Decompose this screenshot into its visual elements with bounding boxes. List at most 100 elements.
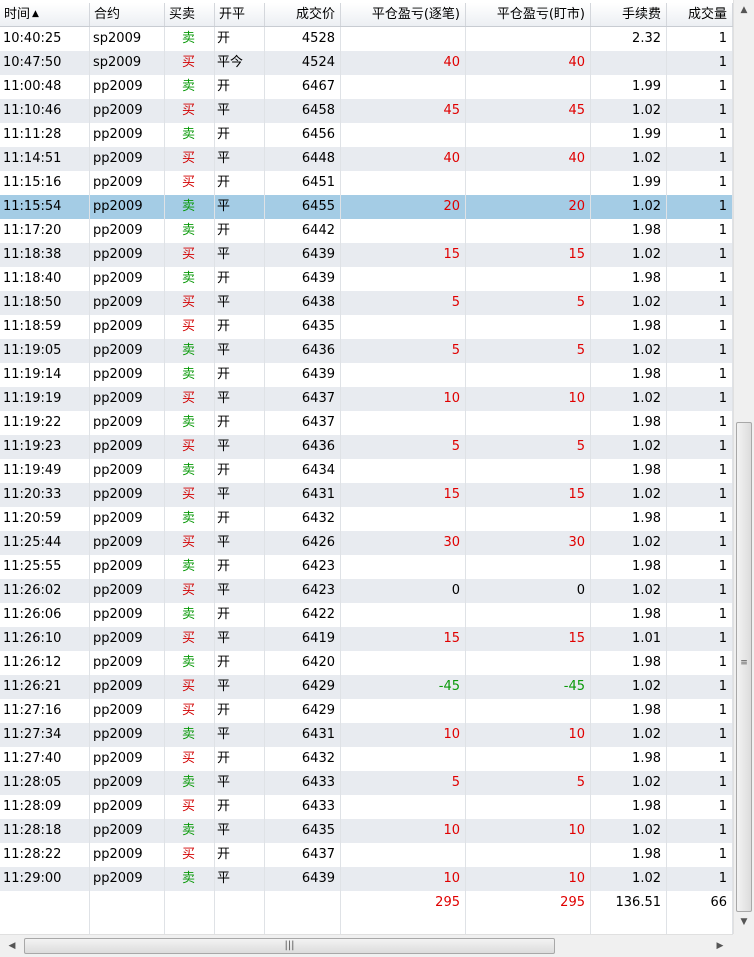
cell-direction: 买 xyxy=(165,795,215,819)
cell-pnl-trade xyxy=(341,795,466,819)
arrow-left-icon[interactable]: ◀ xyxy=(4,938,20,954)
cell-time: 11:26:02 xyxy=(0,579,90,603)
table-row[interactable]: 10:40:25 sp2009 卖开 4528 2.32 1 xyxy=(0,27,733,51)
table-row[interactable]: 11:00:48 pp2009 卖开 6467 1.99 1 xyxy=(0,75,733,99)
cell-contract: sp2009 xyxy=(90,27,165,51)
table-row[interactable]: 11:28:22 pp2009 买开 6437 1.98 1 xyxy=(0,843,733,867)
cell-volume: 1 xyxy=(667,771,733,795)
cell-time: 11:14:51 xyxy=(0,147,90,171)
cell-price: 6432 xyxy=(265,747,341,771)
table-row[interactable]: 11:29:00 pp2009 卖平 6439 10 10 1.02 1 xyxy=(0,867,733,891)
cell-pnl-mark: 30 xyxy=(466,531,591,555)
cell-open-close: 平 xyxy=(215,483,265,507)
table-row[interactable]: 11:28:18 pp2009 卖平 6435 10 10 1.02 1 xyxy=(0,819,733,843)
cell-price: 6432 xyxy=(265,507,341,531)
table-row[interactable]: 11:18:50 pp2009 买平 6438 5 5 1.02 1 xyxy=(0,291,733,315)
cell-volume xyxy=(667,915,733,934)
table-row[interactable]: 11:25:44 pp2009 买平 6426 30 30 1.02 1 xyxy=(0,531,733,555)
table-row[interactable]: 11:27:34 pp2009 卖平 6431 10 10 1.02 1 xyxy=(0,723,733,747)
cell-direction: 买 xyxy=(165,675,215,699)
horizontal-scroll-thumb[interactable]: ||| xyxy=(24,938,555,954)
vertical-scroll-thumb[interactable]: ≡ xyxy=(736,422,752,912)
cell-contract: pp2009 xyxy=(90,531,165,555)
table-row[interactable]: 11:19:49 pp2009 卖开 6434 1.98 1 xyxy=(0,459,733,483)
cell-time: 10:47:50 xyxy=(0,51,90,75)
table-row[interactable]: 11:26:12 pp2009 卖开 6420 1.98 1 xyxy=(0,651,733,675)
table-row[interactable]: 11:14:51 pp2009 买平 6448 40 40 1.02 1 xyxy=(0,147,733,171)
cell-price: 6423 xyxy=(265,555,341,579)
table-row[interactable]: 11:25:55 pp2009 卖开 6423 1.98 1 xyxy=(0,555,733,579)
cell-direction: 卖 xyxy=(165,339,215,363)
cell-volume: 1 xyxy=(667,123,733,147)
cell-pnl-trade: 20 xyxy=(341,195,466,219)
column-header-fee[interactable]: 手续费 xyxy=(591,3,667,26)
column-header-time[interactable]: 时间 ▲ xyxy=(0,3,90,26)
table-row[interactable]: 11:20:33 pp2009 买平 6431 15 15 1.02 1 xyxy=(0,483,733,507)
cell-time: 11:28:18 xyxy=(0,819,90,843)
table-row[interactable]: 11:19:22 pp2009 卖开 6437 1.98 1 xyxy=(0,411,733,435)
cell-volume: 1 xyxy=(667,579,733,603)
cell-price: 6438 xyxy=(265,291,341,315)
cell-contract: pp2009 xyxy=(90,147,165,171)
horizontal-scrollbar[interactable]: ◀ ||| ▶ xyxy=(0,934,733,957)
cell-fee: 1.02 xyxy=(591,723,667,747)
cell-pnl-mark: 10 xyxy=(466,387,591,411)
cell-pnl-mark xyxy=(466,171,591,195)
cell-pnl-mark xyxy=(466,699,591,723)
vertical-scrollbar[interactable]: ▲ ≡ ▼ xyxy=(733,0,754,934)
arrow-down-icon[interactable]: ▼ xyxy=(736,914,752,930)
table-row[interactable]: 11:26:21 pp2009 买平 6429 -45 -45 1.02 1 xyxy=(0,675,733,699)
table-row[interactable]: 11:10:46 pp2009 买平 6458 45 45 1.02 1 xyxy=(0,99,733,123)
column-header-direction[interactable]: 买卖 xyxy=(165,3,215,26)
cell-contract: pp2009 xyxy=(90,459,165,483)
cell-pnl-trade: 295 xyxy=(341,891,466,915)
table-row[interactable]: 11:26:02 pp2009 买平 6423 0 0 1.02 1 xyxy=(0,579,733,603)
cell-time: 11:26:12 xyxy=(0,651,90,675)
cell-open-close: 平 xyxy=(215,579,265,603)
cell-open-close: 平 xyxy=(215,99,265,123)
table-row[interactable]: 11:26:06 pp2009 卖开 6422 1.98 1 xyxy=(0,603,733,627)
table-row[interactable]: 11:27:16 pp2009 买开 6429 1.98 1 xyxy=(0,699,733,723)
cell-pnl-mark xyxy=(466,555,591,579)
cell-pnl-mark xyxy=(466,915,591,934)
cell-pnl-trade: -45 xyxy=(341,675,466,699)
table-row[interactable]: 11:20:59 pp2009 卖开 6432 1.98 1 xyxy=(0,507,733,531)
table-row[interactable]: 11:19:14 pp2009 卖开 6439 1.98 1 xyxy=(0,363,733,387)
table-row[interactable]: 11:18:59 pp2009 买开 6435 1.98 1 xyxy=(0,315,733,339)
table-row[interactable]: 11:26:10 pp2009 买平 6419 15 15 1.01 1 xyxy=(0,627,733,651)
cell-fee: 1.01 xyxy=(591,627,667,651)
column-header-volume[interactable]: 成交量 xyxy=(667,3,733,26)
cell-price: 6433 xyxy=(265,771,341,795)
column-header-label: 手续费 xyxy=(621,7,661,22)
table-row[interactable]: 11:28:09 pp2009 买开 6433 1.98 1 xyxy=(0,795,733,819)
cell-fee: 1.98 xyxy=(591,651,667,675)
table-row[interactable]: 11:17:20 pp2009 卖开 6442 1.98 1 xyxy=(0,219,733,243)
column-header-price[interactable]: 成交价 xyxy=(265,3,341,26)
table-row[interactable]: 11:18:38 pp2009 买平 6439 15 15 1.02 1 xyxy=(0,243,733,267)
table-row[interactable]: 11:15:54 pp2009 卖平 6455 20 20 1.02 1 xyxy=(0,195,733,219)
column-header-contract[interactable]: 合约 xyxy=(90,3,165,26)
cell-pnl-mark xyxy=(466,363,591,387)
cell-volume: 1 xyxy=(667,483,733,507)
cell-contract: pp2009 xyxy=(90,699,165,723)
arrow-up-icon[interactable]: ▲ xyxy=(736,2,752,18)
cell-time: 11:19:05 xyxy=(0,339,90,363)
column-header-open-close[interactable]: 开平 xyxy=(215,3,265,26)
table-row[interactable]: 11:11:28 pp2009 卖开 6456 1.99 1 xyxy=(0,123,733,147)
column-header-pnl-trade[interactable]: 平仓盈亏(逐笔) xyxy=(341,3,466,26)
cell-fee: 1.02 xyxy=(591,291,667,315)
table-row[interactable]: 11:28:05 pp2009 卖平 6433 5 5 1.02 1 xyxy=(0,771,733,795)
table-row[interactable]: 11:19:23 pp2009 买平 6436 5 5 1.02 1 xyxy=(0,435,733,459)
table-row[interactable]: 11:19:05 pp2009 卖平 6436 5 5 1.02 1 xyxy=(0,339,733,363)
table-row[interactable]: 11:27:40 pp2009 买开 6432 1.98 1 xyxy=(0,747,733,771)
table-row[interactable]: 11:18:40 pp2009 卖开 6439 1.98 1 xyxy=(0,267,733,291)
cell-contract: pp2009 xyxy=(90,267,165,291)
cell-time: 11:19:14 xyxy=(0,363,90,387)
arrow-right-icon[interactable]: ▶ xyxy=(712,938,728,954)
table-row[interactable]: 11:19:19 pp2009 买平 6437 10 10 1.02 1 xyxy=(0,387,733,411)
column-header-label: 平仓盈亏(逐笔) xyxy=(371,7,460,22)
table-row[interactable]: 11:15:16 pp2009 买开 6451 1.99 1 xyxy=(0,171,733,195)
table-row[interactable]: 10:47:50 sp2009 买平今 4524 40 40 1 xyxy=(0,51,733,75)
cell-pnl-mark xyxy=(466,747,591,771)
column-header-pnl-mark[interactable]: 平仓盈亏(盯市) xyxy=(466,3,591,26)
